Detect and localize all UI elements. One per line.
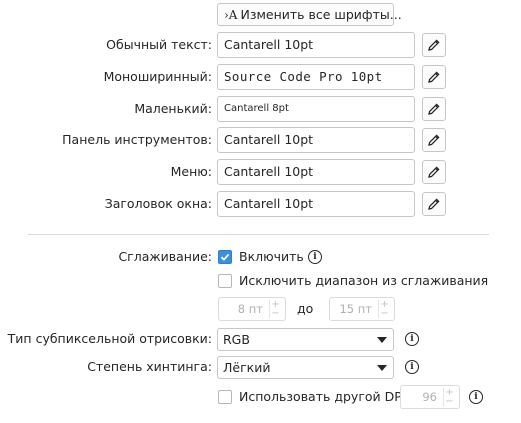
exclude-to-spinbox[interactable]: 15 пт + − (329, 297, 395, 321)
exclude-from-value: 8 пт (237, 302, 263, 316)
edit-menu-font-button[interactable] (422, 160, 446, 184)
font-field-menu: Cantarell 10pt (217, 159, 415, 185)
antialiasing-enable-checkbox[interactable] (218, 250, 232, 264)
exclude-range-label[interactable]: Исключить диапазон из сглаживания (239, 273, 488, 289)
info-icon[interactable]: i (405, 360, 419, 374)
info-icon[interactable]: i (308, 250, 322, 264)
change-all-fonts-label: Изменить все шрифты... (240, 7, 402, 22)
edit-fixed-font-button[interactable] (422, 65, 446, 89)
custom-dpi-checkbox[interactable] (218, 390, 232, 404)
checkmark-icon (220, 253, 230, 261)
font-label-small: Маленький: (134, 101, 212, 116)
subpixel-label: Тип субпиксельной отрисовки: (7, 331, 212, 346)
pencil-icon (428, 39, 440, 51)
antialiasing-enable-label[interactable]: Включить (239, 249, 304, 265)
section-divider (28, 234, 489, 235)
edit-window-title-font-button[interactable] (422, 192, 446, 216)
pencil-icon (428, 71, 440, 83)
hinting-combobox[interactable]: Лёгкий (217, 356, 394, 379)
font-field-general: Cantarell 10pt (217, 32, 415, 58)
font-label-fixed: Моноширинный: (103, 69, 212, 84)
spin-arrows-icon[interactable]: + − (443, 388, 455, 407)
info-icon[interactable]: i (469, 390, 483, 404)
dpi-value: 96 (422, 390, 437, 404)
exclude-range-checkbox[interactable] (218, 274, 232, 288)
info-icon[interactable]: i (405, 332, 419, 346)
dpi-spinbox[interactable]: 96 + − (400, 385, 460, 409)
pencil-icon (428, 134, 440, 146)
font-label-menu: Меню: (170, 164, 212, 179)
edit-toolbar-font-button[interactable] (422, 128, 446, 152)
hinting-value: Лёгкий (223, 360, 271, 375)
exclude-to-value: 15 пт (339, 302, 372, 316)
pencil-icon (428, 198, 440, 210)
exclude-from-spinbox[interactable]: 8 пт + − (218, 297, 286, 321)
spin-arrows-icon[interactable]: + − (378, 300, 390, 319)
edit-general-font-button[interactable] (422, 33, 446, 57)
spin-arrows-icon[interactable]: + − (269, 300, 281, 319)
chevron-down-icon (377, 337, 387, 343)
pencil-icon (428, 166, 440, 178)
subpixel-value: RGB (223, 332, 250, 347)
font-label-general: Обычный текст: (106, 37, 212, 52)
font-field-small: Cantarell 8pt (217, 96, 415, 122)
font-icon: ›A (224, 7, 238, 22)
subpixel-combobox[interactable]: RGB (217, 328, 394, 351)
range-to-label: до (297, 301, 314, 316)
antialiasing-label: Сглаживание: (118, 249, 212, 264)
font-field-window-title: Cantarell 10pt (217, 191, 415, 217)
chevron-down-icon (377, 365, 387, 371)
hinting-label: Степень хинтинга: (87, 359, 212, 374)
custom-dpi-label[interactable]: Использовать другой DPI: (239, 389, 410, 405)
font-field-fixed: Source Code Pro 10pt (217, 64, 415, 90)
change-all-fonts-button[interactable]: ›A Изменить все шрифты... (217, 3, 402, 26)
edit-small-font-button[interactable] (422, 97, 446, 121)
font-field-toolbar: Cantarell 10pt (217, 127, 415, 153)
pencil-icon (428, 103, 440, 115)
font-label-toolbar: Панель инструментов: (62, 132, 212, 147)
font-label-window-title: Заголовок окна: (104, 196, 212, 211)
